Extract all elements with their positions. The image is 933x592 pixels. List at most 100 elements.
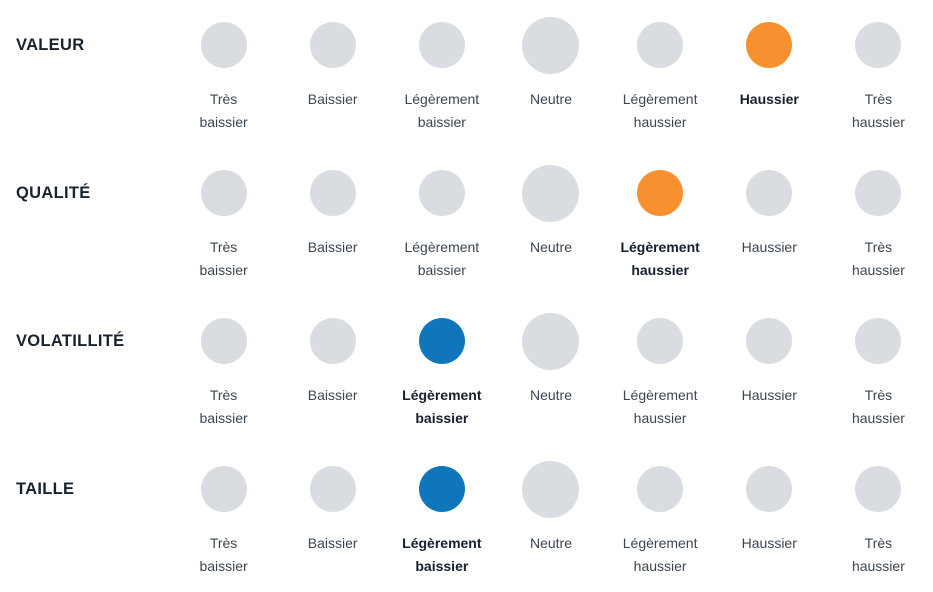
scale-option-label: Neutre xyxy=(529,239,572,255)
scale-dot-selected[interactable] xyxy=(418,466,465,512)
scale-option-2[interactable]: Légèrement baissier xyxy=(387,148,496,296)
scale-dot[interactable] xyxy=(746,170,793,216)
dot-slot xyxy=(522,148,580,238)
scale-option-5[interactable]: Haussier xyxy=(715,0,824,148)
scale-row: TAILLE Très baissier Baissier Légèrement ba… xyxy=(0,444,933,592)
scale-dot[interactable] xyxy=(309,318,356,364)
scale-option-5[interactable]: Haussier xyxy=(715,148,824,296)
scale-dot[interactable] xyxy=(418,22,465,68)
scale-dot[interactable] xyxy=(855,318,902,364)
scale-option-4[interactable]: Légèrement haussier xyxy=(606,296,715,444)
scale-dot[interactable] xyxy=(309,466,356,512)
scale-option-3[interactable]: Neutre xyxy=(496,444,605,592)
scale-row: VOLATILLITÉ Très baissier Baissier Légèreme… xyxy=(0,296,933,444)
scale-option-0[interactable]: Très baissier xyxy=(169,296,278,444)
scale-option-4[interactable]: Légèrement haussier xyxy=(606,444,715,592)
scale-dot[interactable] xyxy=(855,170,902,216)
dot-slot xyxy=(746,444,793,534)
scale-option-5[interactable]: Haussier xyxy=(715,296,824,444)
scale-options: Très baissier Baissier Légèrement baissier… xyxy=(169,0,933,148)
scale-dot-selected[interactable] xyxy=(418,318,465,364)
scale-option-label: Légèrement baissier xyxy=(404,91,480,130)
dot-slot xyxy=(746,148,793,238)
scale-option-label: Haussier xyxy=(739,91,799,107)
scale-option-0[interactable]: Très baissier xyxy=(169,148,278,296)
dot-slot xyxy=(855,444,902,534)
dot-slot xyxy=(309,296,356,386)
dot-slot xyxy=(309,0,356,90)
scale-option-6[interactable]: Très haussier xyxy=(824,296,933,444)
scale-option-1[interactable]: Baissier xyxy=(278,444,387,592)
scale-option-4[interactable]: Légèrement haussier xyxy=(606,148,715,296)
dot-slot xyxy=(746,0,793,90)
scale-dot[interactable] xyxy=(309,22,356,68)
scale-dot[interactable] xyxy=(637,466,684,512)
scale-option-label: Légèrement haussier xyxy=(620,239,700,278)
scale-dot[interactable] xyxy=(855,22,902,68)
scale-option-1[interactable]: Baissier xyxy=(278,296,387,444)
scale-option-0[interactable]: Très baissier xyxy=(169,0,278,148)
dot-slot xyxy=(855,296,902,386)
scale-option-0[interactable]: Très baissier xyxy=(169,444,278,592)
dot-slot xyxy=(200,296,247,386)
scale-dot[interactable] xyxy=(855,466,902,512)
scale-dot[interactable] xyxy=(746,466,793,512)
scale-option-label: Légèrement haussier xyxy=(622,535,698,574)
sentiment-scale-widget: VALEUR Très baissier Baissier Légèrement ba… xyxy=(0,0,933,591)
dot-slot xyxy=(855,0,902,90)
scale-option-3[interactable]: Neutre xyxy=(496,148,605,296)
scale-option-label: Légèrement haussier xyxy=(622,387,698,426)
dot-slot xyxy=(309,444,356,534)
scale-option-label: Légèrement baissier xyxy=(402,535,482,574)
scale-dot[interactable] xyxy=(200,170,247,216)
scale-option-4[interactable]: Légèrement haussier xyxy=(606,0,715,148)
scale-options: Très baissier Baissier Légèrement baissier… xyxy=(169,296,933,444)
dot-slot xyxy=(418,0,465,90)
scale-option-3[interactable]: Neutre xyxy=(496,0,605,148)
scale-dot[interactable] xyxy=(522,164,580,222)
dot-slot xyxy=(200,0,247,90)
dot-slot xyxy=(637,444,684,534)
row-label-1: QUALITÉ xyxy=(16,183,91,202)
scale-dot[interactable] xyxy=(309,170,356,216)
scale-dot[interactable] xyxy=(418,170,465,216)
scale-option-6[interactable]: Très haussier xyxy=(824,148,933,296)
dot-slot xyxy=(200,148,247,238)
scale-dot-selected[interactable] xyxy=(746,22,793,68)
scale-option-label: Légèrement baissier xyxy=(402,387,482,426)
dot-slot xyxy=(637,296,684,386)
scale-option-label: Très baissier xyxy=(199,535,248,574)
row-label-3: TAILLE xyxy=(16,479,75,498)
scale-dot[interactable] xyxy=(522,16,580,74)
dot-slot xyxy=(418,296,465,386)
scale-option-6[interactable]: Très haussier xyxy=(824,444,933,592)
scale-dot-selected[interactable] xyxy=(637,170,684,216)
scale-option-label: Baissier xyxy=(307,239,358,255)
scale-dot[interactable] xyxy=(746,318,793,364)
scale-dot[interactable] xyxy=(200,22,247,68)
scale-option-label: Neutre xyxy=(529,91,572,107)
scale-option-2[interactable]: Légèrement baissier xyxy=(387,0,496,148)
scale-dot[interactable] xyxy=(637,22,684,68)
scale-dot[interactable] xyxy=(522,460,580,518)
dot-slot xyxy=(522,444,580,534)
scale-dot[interactable] xyxy=(200,318,247,364)
scale-option-label: Neutre xyxy=(529,387,572,403)
scale-dot[interactable] xyxy=(637,318,684,364)
scale-option-1[interactable]: Baissier xyxy=(278,0,387,148)
scale-option-3[interactable]: Neutre xyxy=(496,296,605,444)
dot-slot xyxy=(855,148,902,238)
scale-option-5[interactable]: Haussier xyxy=(715,444,824,592)
row-label-2: VOLATILLITÉ xyxy=(16,331,125,350)
scale-option-2[interactable]: Légèrement baissier xyxy=(387,444,496,592)
scale-option-2[interactable]: Légèrement baissier xyxy=(387,296,496,444)
scale-option-label: Très haussier xyxy=(851,91,905,130)
scale-dot[interactable] xyxy=(522,312,580,370)
scale-option-6[interactable]: Très haussier xyxy=(824,0,933,148)
dot-slot xyxy=(637,0,684,90)
scale-options: Très baissier Baissier Légèrement baissier… xyxy=(169,148,933,296)
scale-option-label: Baissier xyxy=(307,91,358,107)
scale-option-1[interactable]: Baissier xyxy=(278,148,387,296)
scale-options: Très baissier Baissier Légèrement baissier… xyxy=(169,444,933,592)
scale-dot[interactable] xyxy=(200,466,247,512)
